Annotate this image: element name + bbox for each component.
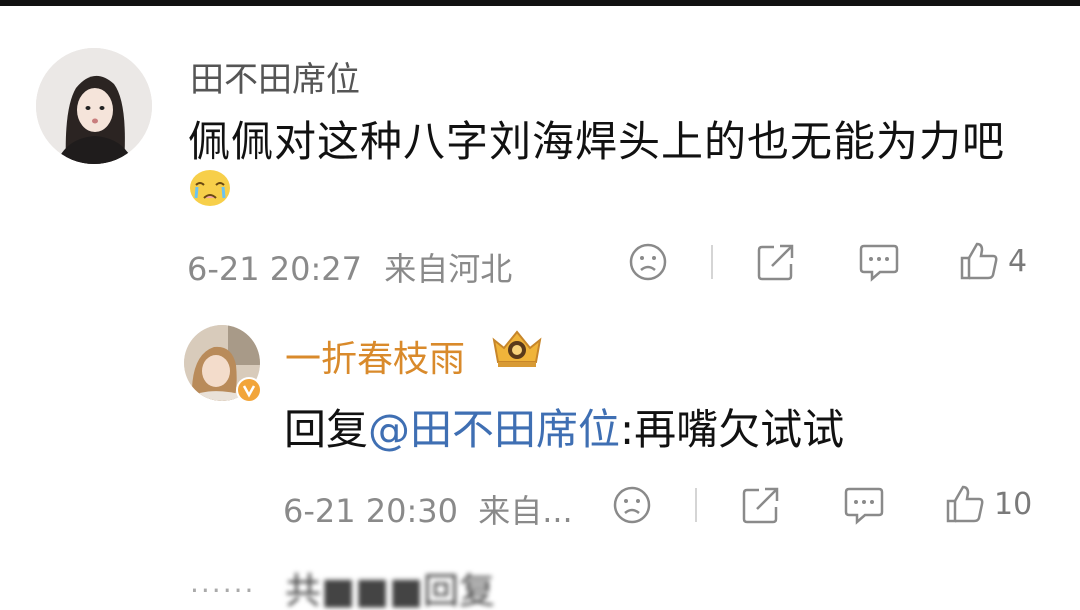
reply-avatar[interactable]: [184, 325, 262, 403]
crying-face-emoji: [190, 170, 230, 206]
thumbs-up-icon: [960, 242, 998, 280]
comment-text: 佩佩对这种八字刘海焊头上的也无能为力吧: [188, 117, 1006, 166]
more-replies-link[interactable]: 共■■■回复: [285, 562, 495, 610]
share-icon: [742, 487, 779, 524]
dislike-button[interactable]: [628, 242, 668, 282]
comment-location: 来自河北: [384, 250, 513, 288]
avatar-image: [36, 48, 152, 164]
comment-icon: [859, 244, 899, 282]
sad-face-icon: [629, 243, 667, 281]
avatar[interactable]: [36, 48, 152, 164]
like-count: 4: [1008, 243, 1028, 279]
top-edge-bar: [0, 0, 1080, 6]
reply-text: 回复@田不田席位:再嘴欠试试: [284, 396, 844, 457]
comment-username[interactable]: 田不田席位: [190, 52, 360, 101]
reply-username[interactable]: 一折春枝雨: [285, 330, 465, 382]
comment-time: 6-21 20:27: [187, 250, 363, 288]
thumbs-up-icon: [946, 485, 984, 523]
verified-v-icon: [236, 377, 262, 403]
like-button[interactable]: 10: [944, 483, 1032, 525]
mention-link[interactable]: @田不田席位: [368, 405, 620, 454]
comment-icon: [844, 487, 884, 525]
reply-location: 来自...: [478, 492, 573, 530]
comment-button[interactable]: [858, 242, 900, 282]
reply-time: 6-21 20:30: [283, 492, 459, 530]
more-replies-dots: ......: [190, 566, 256, 599]
divider: [711, 245, 713, 279]
reply-body: :再嘴欠试试: [620, 405, 845, 454]
dislike-button[interactable]: [612, 485, 652, 525]
comment-meta: 6-21 20:27 来自河北: [187, 244, 512, 290]
crown-badge-icon: [492, 330, 542, 367]
share-button[interactable]: [756, 242, 796, 282]
reply-prefix: 回复: [284, 405, 369, 454]
like-button[interactable]: 4: [958, 240, 1027, 282]
share-icon: [757, 244, 794, 281]
like-count: 10: [994, 486, 1033, 522]
share-button[interactable]: [741, 485, 781, 525]
divider: [695, 488, 697, 522]
sad-face-icon: [613, 486, 651, 524]
reply-meta: 6-21 20:30 来自...: [283, 486, 573, 532]
comment-button[interactable]: [843, 485, 885, 525]
